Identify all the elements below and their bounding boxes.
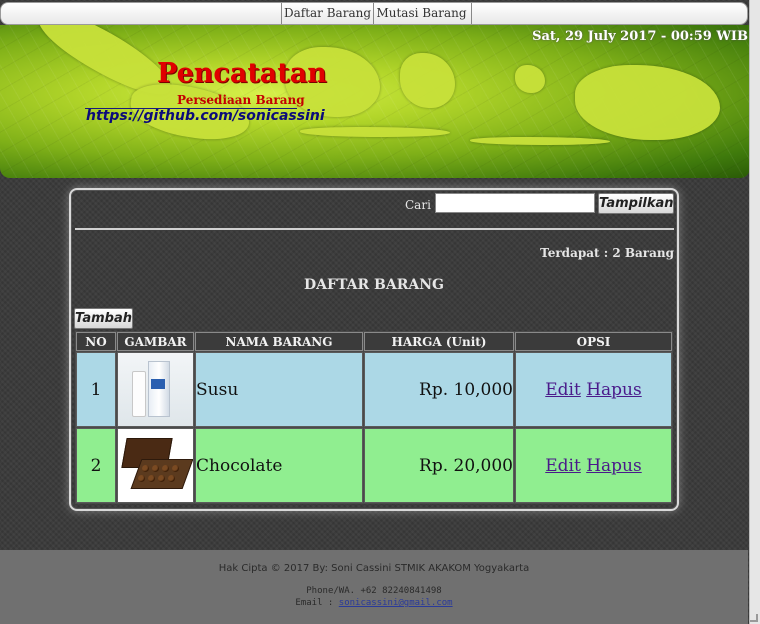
- chocolate-piece-icon: [152, 465, 159, 472]
- nav-daftar-barang[interactable]: Daftar Barang: [281, 3, 374, 24]
- row-image-cell: [117, 352, 194, 427]
- chocolate-piece-icon: [162, 465, 169, 472]
- search-label: Cari :: [405, 198, 439, 212]
- chocolate-box-icon: [130, 459, 193, 489]
- table-row: 2 Chocolate Rp. 20,000 Edit Hapus: [76, 428, 672, 503]
- column-header-gambar: GAMBAR: [117, 332, 194, 351]
- vertical-scrollbar[interactable]: [749, 0, 760, 624]
- chocolate-image: [118, 429, 193, 502]
- item-count: Terdapat : 2 Barang: [540, 246, 674, 260]
- row-number: 2: [76, 428, 116, 503]
- footer-email-label: Email :: [295, 598, 334, 608]
- column-header-nama: NAMA BARANG: [195, 332, 363, 351]
- chocolate-piece-icon: [168, 475, 175, 482]
- row-price: Rp. 20,000: [364, 428, 514, 503]
- row-image-cell: [117, 428, 194, 503]
- divider: [75, 228, 674, 230]
- row-name: Susu: [195, 352, 363, 427]
- github-link[interactable]: https://github.com/sonicassini: [86, 108, 325, 124]
- footer-email-link[interactable]: sonicassini@gmail.com: [339, 598, 453, 608]
- search-input[interactable]: [435, 193, 595, 213]
- datetime-display: Sat, 29 July 2017 - 00:59 WIB: [532, 29, 748, 44]
- footer-copyright: Hak Cipta © 2017 By: Soni Cassini STMIK …: [218, 563, 530, 574]
- table-row: 1 Susu Rp. 10,000 Edit Hapus: [76, 352, 672, 427]
- list-title: DAFTAR BARANG: [304, 277, 444, 293]
- row-price: Rp. 10,000: [364, 352, 514, 427]
- chocolate-piece-icon: [142, 465, 149, 472]
- items-table: NO GAMBAR NAMA BARANG HARGA (Unit) OPSI …: [75, 331, 673, 504]
- header-banner: Sat, 29 July 2017 - 00:59 WIB Pencatatan…: [0, 25, 750, 178]
- nav-mutasi-barang[interactable]: Mutasi Barang: [372, 3, 472, 24]
- footer-phone: Phone/WA. +62 82240841498: [306, 586, 442, 596]
- milk-glass-icon: [132, 371, 146, 417]
- chocolate-piece-icon: [148, 475, 155, 482]
- top-nav: Daftar Barang Mutasi Barang: [0, 2, 748, 25]
- row-options: Edit Hapus: [515, 352, 672, 427]
- hapus-link[interactable]: Hapus: [586, 380, 642, 400]
- row-name: Chocolate: [195, 428, 363, 503]
- hapus-link[interactable]: Hapus: [586, 456, 642, 476]
- tambah-button[interactable]: Tambah: [74, 308, 133, 329]
- footer: Hak Cipta © 2017 By: Soni Cassini STMIK …: [0, 550, 748, 624]
- tampilkan-button[interactable]: Tampilkan: [598, 193, 674, 214]
- milk-image: [118, 353, 193, 426]
- column-header-opsi: OPSI: [515, 332, 672, 351]
- milk-label-icon: [151, 379, 165, 389]
- chocolate-piece-icon: [138, 475, 145, 482]
- chocolate-piece-icon: [158, 475, 165, 482]
- column-header-no: NO: [76, 332, 116, 351]
- edit-link[interactable]: Edit: [545, 456, 581, 476]
- table-header-row: NO GAMBAR NAMA BARANG HARGA (Unit) OPSI: [76, 332, 672, 351]
- app-title: Pencatatan: [157, 58, 327, 89]
- chocolate-piece-icon: [172, 465, 179, 472]
- milk-bottle-icon: [148, 361, 170, 417]
- edit-link[interactable]: Edit: [545, 380, 581, 400]
- app-subtitle: Persediaan Barang: [177, 93, 305, 107]
- column-header-harga: HARGA (Unit): [364, 332, 514, 351]
- footer-email-line: Email : sonicassini@gmail.com: [0, 598, 748, 608]
- row-options: Edit Hapus: [515, 428, 672, 503]
- map-island: [470, 137, 610, 145]
- row-number: 1: [76, 352, 116, 427]
- resize-grip-icon[interactable]: [750, 614, 758, 622]
